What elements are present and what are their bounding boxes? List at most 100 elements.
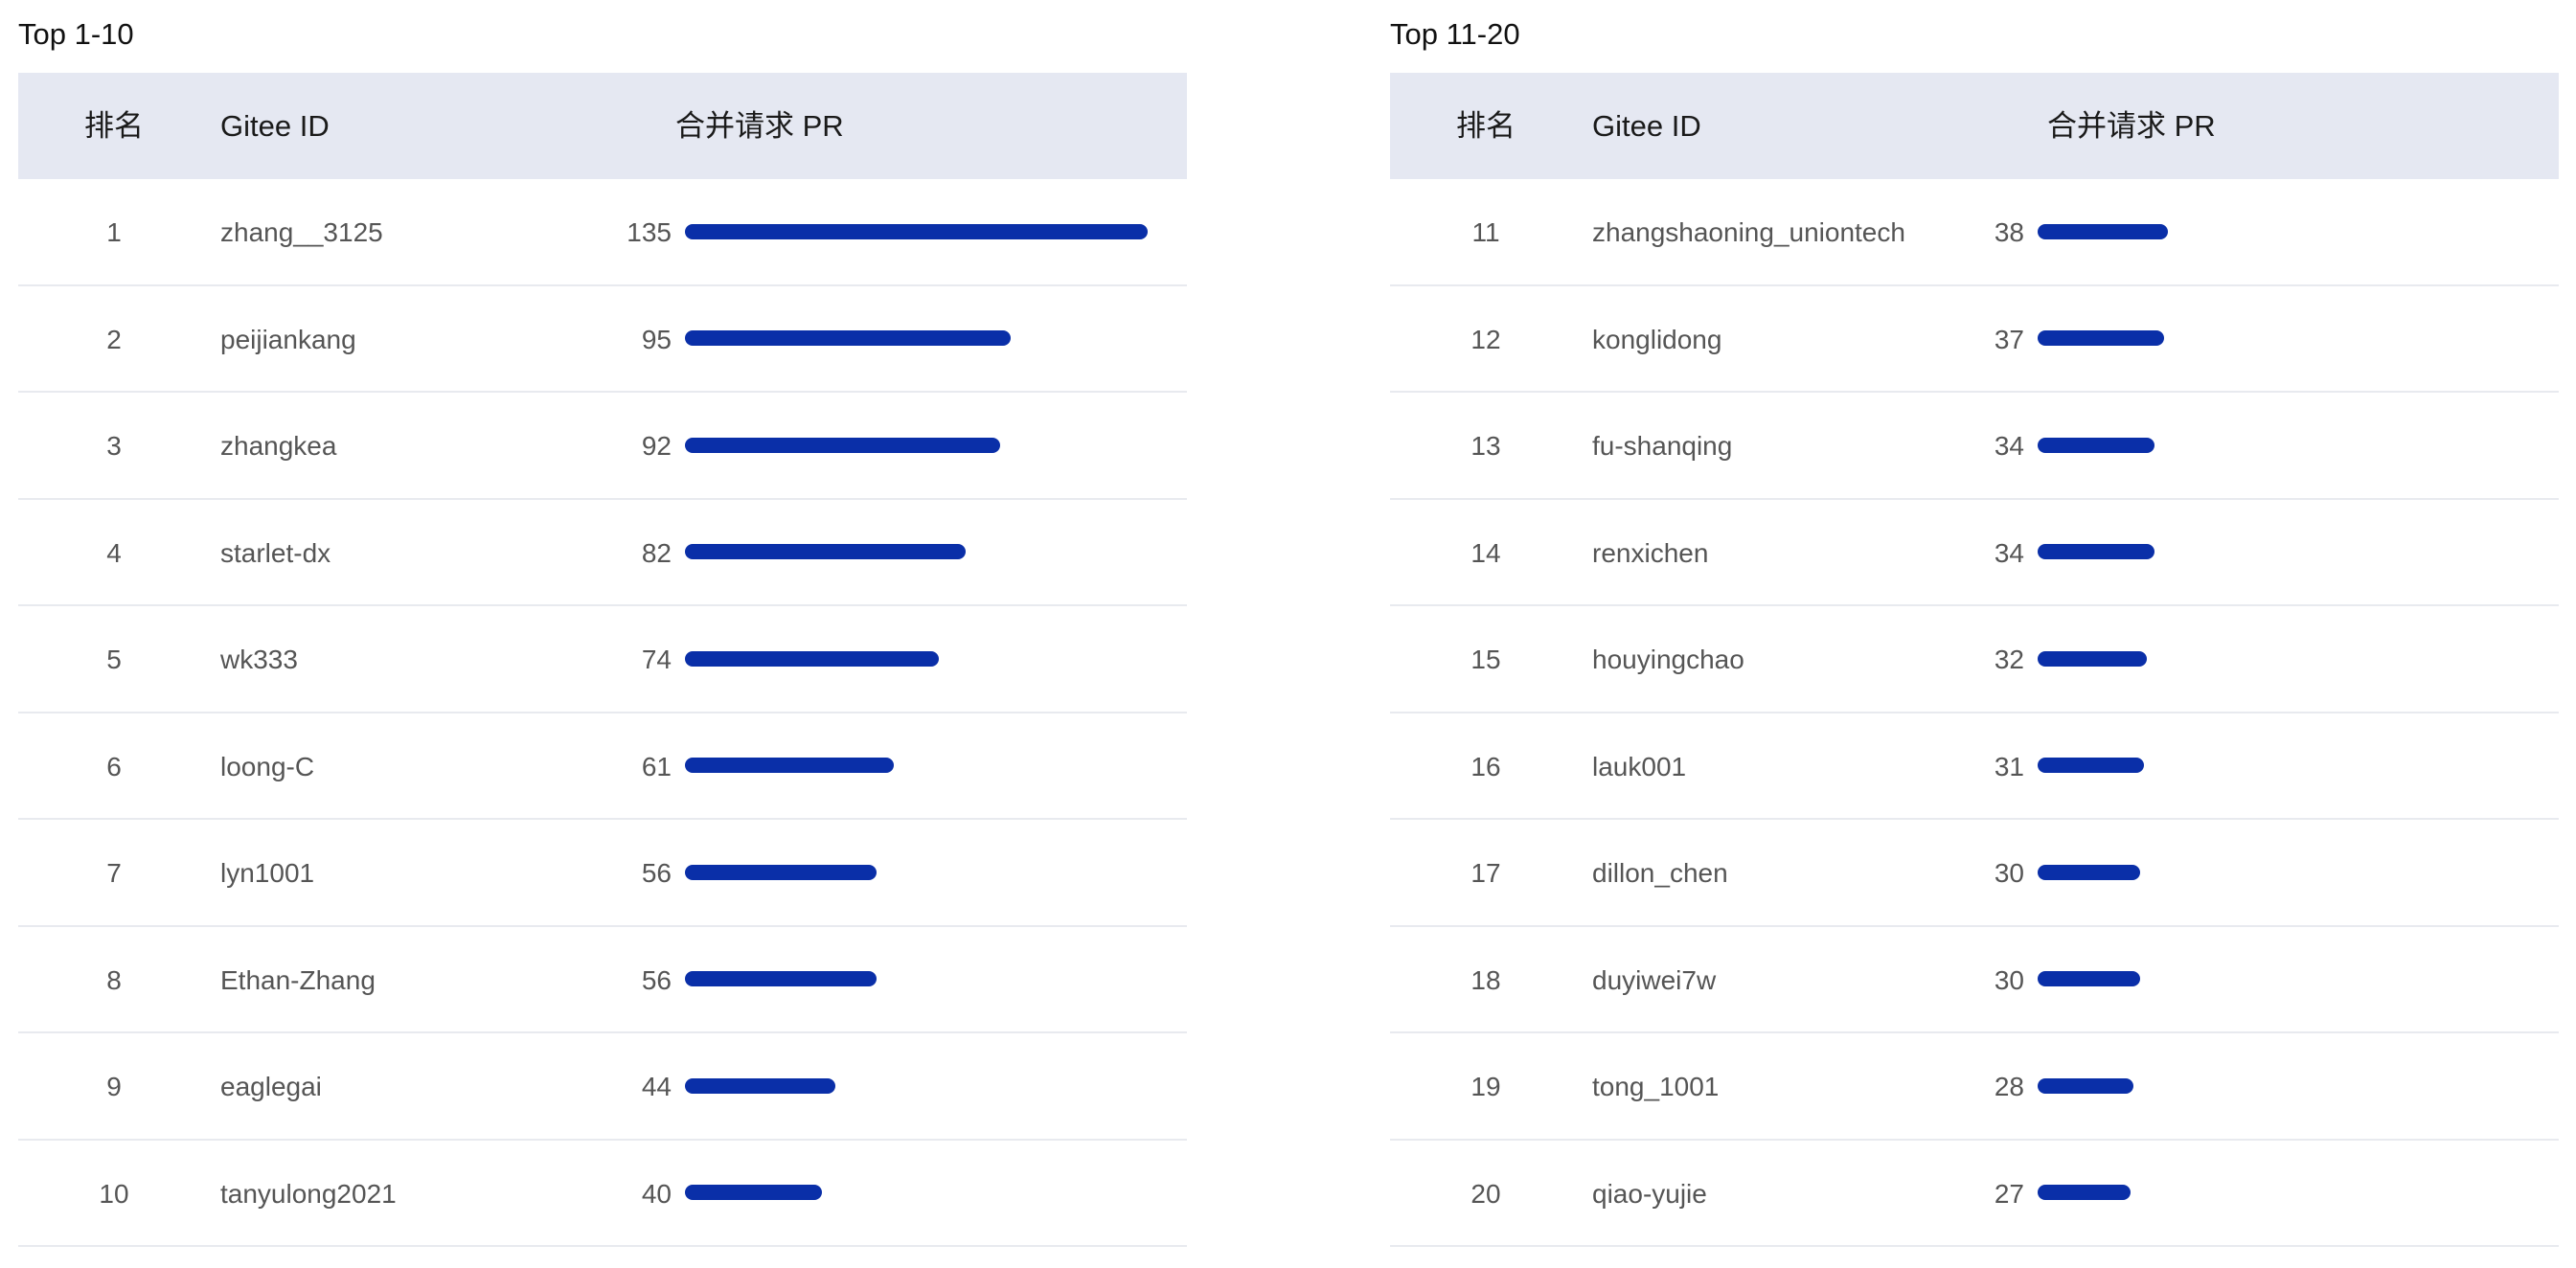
- table-row: 16 lauk001 31: [1390, 713, 2559, 820]
- rank-cell: 5: [106, 645, 122, 674]
- rank-cell: 20: [1470, 1178, 1501, 1209]
- gitee-id-cell: lyn1001: [220, 858, 315, 888]
- gitee-id-cell: fu-shanqing: [1592, 431, 1733, 461]
- rank-cell: 1: [106, 217, 122, 247]
- rank-cell: 8: [106, 964, 122, 995]
- pr-bar: [2038, 758, 2144, 774]
- gitee-id-cell: tanyulong2021: [220, 1178, 397, 1209]
- pr-bar: [2038, 1077, 2133, 1094]
- table-row: 4 starlet-dx 82: [18, 500, 1187, 606]
- pr-bar: [685, 758, 894, 774]
- table-row: 17 dillon_chen 30: [1390, 820, 2559, 927]
- gitee-id-cell: lauk001: [1592, 751, 1687, 781]
- gitee-id-cell: renxichen: [1592, 537, 1709, 568]
- gitee-id-cell: qiao-yujie: [1592, 1178, 1707, 1209]
- pr-bar: [685, 1185, 822, 1201]
- pr-bar: [2038, 650, 2147, 667]
- table-header: 排名 Gitee ID 合并请求 PR: [18, 73, 1187, 179]
- pr-count-label: 38: [1994, 217, 2024, 247]
- gitee-id-cell: zhang__3125: [220, 217, 383, 247]
- pr-count-label: 61: [641, 751, 672, 781]
- pr-bar: [2038, 1185, 2131, 1201]
- table-row: 13 fu-shanqing 34: [1390, 393, 2559, 500]
- table-row: 14 renxichen 34: [1390, 500, 2559, 606]
- gitee-id-cell: zhangshaoning_uniontech: [1592, 217, 1905, 247]
- pr-bar: [685, 971, 877, 987]
- pr-bar: [685, 544, 966, 560]
- pr-bar: [2038, 223, 2168, 239]
- pr-bar: [685, 330, 1011, 347]
- pr-count-label: 74: [641, 645, 672, 674]
- pr-count-label: 135: [627, 217, 672, 247]
- rank-cell: 15: [1470, 645, 1501, 674]
- rank-cell: 7: [106, 858, 122, 888]
- pr-bar: [685, 1077, 835, 1094]
- pr-count-label: 28: [1994, 1072, 2024, 1101]
- table-row: 2 peijiankang 95: [18, 286, 1187, 393]
- pr-count-label: 40: [641, 1178, 672, 1209]
- pr-count-label: 44: [641, 1072, 672, 1101]
- table-row: 8 Ethan-Zhang 56: [18, 927, 1187, 1033]
- gitee-id-cell: dillon_chen: [1592, 858, 1728, 888]
- table-row: 1 zhang__3125 135: [18, 179, 1187, 286]
- pr-bar: [2038, 864, 2140, 880]
- pr-count-label: 30: [1994, 964, 2024, 995]
- pr-count-label: 34: [1994, 431, 2024, 461]
- pr-count-label: 32: [1994, 645, 2024, 674]
- pr-bar: [2038, 544, 2154, 560]
- column-header-gitee-id: Gitee ID: [1592, 109, 1701, 143]
- pr-bar: [2038, 330, 2164, 347]
- table-body: 11 zhangshaoning_uniontech 38 12 konglidong 3…: [1390, 179, 2559, 1247]
- gitee-id-cell: starlet-dx: [220, 537, 331, 568]
- rank-cell: 3: [106, 431, 122, 461]
- table-row: 3 zhangkea 92: [18, 393, 1187, 500]
- pr-bar: [2038, 971, 2140, 987]
- pr-count-label: 56: [641, 964, 672, 995]
- panel-title: Top 11-20: [1390, 17, 1520, 51]
- table-row: 5 wk333 74: [18, 606, 1187, 713]
- gitee-id-cell: tong_1001: [1592, 1072, 1720, 1101]
- ranking-table: 排名 Gitee ID 合并请求 PR 1 zhang__3125 135 2 peij…: [18, 73, 1187, 1247]
- column-header-gitee-id: Gitee ID: [220, 109, 330, 143]
- rank-cell: 18: [1470, 964, 1501, 995]
- table-row: 19 tong_1001 28: [1390, 1033, 2559, 1141]
- pr-count-label: 34: [1994, 537, 2024, 568]
- gitee-id-cell: eaglegai: [220, 1072, 322, 1101]
- pr-count-label: 37: [1994, 324, 2024, 354]
- pr-count-label: 31: [1994, 751, 2024, 781]
- gitee-id-cell: zhangkea: [220, 431, 337, 461]
- table-row: 20 qiao-yujie 27: [1390, 1141, 2559, 1247]
- gitee-id-cell: houyingchao: [1592, 645, 1744, 674]
- pr-count-label: 92: [641, 431, 672, 461]
- table-header: 排名 Gitee ID 合并请求 PR: [1390, 73, 2559, 179]
- pr-count-label: 27: [1994, 1178, 2024, 1209]
- gitee-id-cell: duyiwei7w: [1592, 964, 1717, 995]
- rank-cell: 13: [1470, 431, 1501, 461]
- pr-bar: [685, 223, 1148, 239]
- pr-count-label: 30: [1994, 858, 2024, 888]
- pr-count-label: 56: [641, 858, 672, 888]
- panel-title: Top 1-10: [18, 17, 134, 51]
- gitee-id-cell: peijiankang: [220, 324, 356, 354]
- pr-bar: [685, 437, 1000, 453]
- table-row: 7 lyn1001 56: [18, 820, 1187, 927]
- rank-cell: 14: [1470, 537, 1501, 568]
- rank-cell: 4: [106, 537, 122, 568]
- gitee-id-cell: wk333: [220, 645, 298, 674]
- gitee-id-cell: loong-C: [220, 751, 315, 781]
- column-header-rank: 排名: [84, 109, 144, 143]
- column-header-pr: 合并请求 PR: [2047, 109, 2216, 143]
- table-row: 9 eaglegai 44: [18, 1033, 1187, 1141]
- rank-cell: 10: [99, 1178, 129, 1209]
- rank-cell: 6: [106, 751, 122, 781]
- rank-cell: 2: [106, 324, 122, 354]
- pr-bar: [2038, 437, 2154, 453]
- rank-cell: 12: [1470, 324, 1501, 354]
- table-row: 15 houyingchao 32: [1390, 606, 2559, 713]
- table-row: 11 zhangshaoning_uniontech 38: [1390, 179, 2559, 286]
- column-header-rank: 排名: [1456, 109, 1516, 143]
- ranking-table: 排名 Gitee ID 合并请求 PR 11 zhangshaoning_unio…: [1390, 73, 2559, 1247]
- table-row: 10 tanyulong2021 40: [18, 1141, 1187, 1247]
- table-row: 12 konglidong 37: [1390, 286, 2559, 393]
- rank-cell: 11: [1471, 217, 1500, 247]
